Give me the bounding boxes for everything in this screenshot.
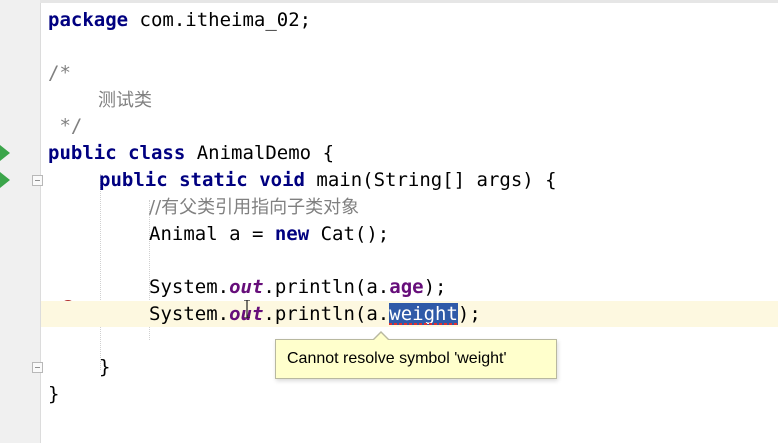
code-text: } xyxy=(48,383,60,405)
code-text: .println(a. xyxy=(263,303,390,325)
code-text: AnimalDemo { xyxy=(185,142,335,164)
code-text: ); xyxy=(457,303,481,325)
comment: */ xyxy=(48,115,83,137)
code-text: System. xyxy=(149,276,230,298)
code-text: Animal a = xyxy=(149,223,275,245)
code-line-1: package com.itheima_02; xyxy=(41,7,778,33)
code-text: } xyxy=(99,356,111,378)
code-line-9: Animal a = new Cat(); xyxy=(41,221,778,247)
keyword: public xyxy=(99,169,168,191)
comment: //有父类引用指向子类对象 xyxy=(149,197,360,218)
keyword: package xyxy=(48,9,129,31)
code-line-7: public static void main(String[] args) { xyxy=(41,167,778,193)
text-cursor-icon xyxy=(244,300,250,318)
code-line-11: System.out.println(a.age); xyxy=(41,274,778,300)
code-line-4: 测试类 xyxy=(41,87,778,113)
keyword: class xyxy=(128,142,186,164)
comment: 测试类 xyxy=(98,90,152,111)
code-text: Cat(); xyxy=(309,223,390,245)
unresolved-symbol[interactable]: weight xyxy=(389,303,458,325)
comment: /* xyxy=(48,62,71,84)
static-field: out xyxy=(229,276,264,298)
keyword: static xyxy=(179,169,248,191)
error-symbol-wrapper[interactable]: weight xyxy=(389,301,458,327)
code-text: .println(a. xyxy=(263,276,390,298)
keyword: public xyxy=(48,142,117,164)
code-line-15: } xyxy=(41,381,778,407)
run-main-icon[interactable] xyxy=(0,172,10,188)
error-tooltip: Cannot resolve symbol 'weight' xyxy=(275,331,557,379)
keyword: new xyxy=(274,223,310,245)
code-text: com.itheima_02; xyxy=(128,9,312,31)
code-line-8: //有父类引用指向子类对象 xyxy=(41,194,778,220)
code-text: ); xyxy=(423,276,447,298)
code-text: System. xyxy=(149,303,230,325)
field: age xyxy=(389,276,424,298)
code-text: main(String[] args) { xyxy=(304,169,557,191)
editor-gutter xyxy=(0,0,41,443)
code-line-6: public class AnimalDemo { xyxy=(41,140,778,166)
run-class-icon[interactable] xyxy=(0,145,10,161)
code-line-12: System.out.println(a.weight); xyxy=(41,301,778,327)
keyword: void xyxy=(259,169,305,191)
code-line-5: */ xyxy=(41,113,778,139)
code-line-3: /* xyxy=(41,60,778,86)
tooltip-text: Cannot resolve symbol 'weight' xyxy=(287,350,507,367)
